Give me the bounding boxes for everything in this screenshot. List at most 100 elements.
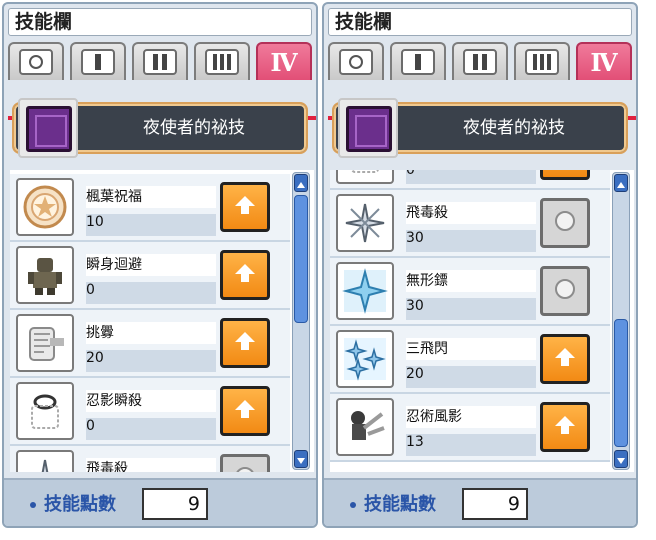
- scrollbar[interactable]: [612, 172, 630, 470]
- skill-level: 10: [86, 214, 216, 236]
- skill-up-button[interactable]: [220, 318, 270, 368]
- tab-second-job[interactable]: [452, 42, 508, 80]
- skill-up-button[interactable]: [220, 250, 270, 300]
- venom-star-icon: [336, 194, 394, 252]
- ninja-storm-icon: [336, 398, 394, 456]
- window-title[interactable]: 技能欄: [328, 8, 632, 36]
- tab-beginner[interactable]: [8, 42, 64, 80]
- job-tabs: Ⅳ: [328, 42, 636, 120]
- skill-book-icon: [26, 106, 72, 152]
- skill-list: 楓葉祝福 10 瞬身迴避 0 挑釁 20 忍影瞬殺 0 飛毒殺: [10, 174, 290, 472]
- tab-fourth-job[interactable]: Ⅳ: [576, 42, 632, 80]
- skill-up-button-disabled: [220, 454, 270, 472]
- skill-up-button[interactable]: [540, 334, 590, 384]
- skill-level: 30: [406, 298, 536, 320]
- skill-up-button[interactable]: [540, 402, 590, 452]
- skill-points-value: 9: [142, 488, 208, 520]
- scroll-thumb[interactable]: [614, 319, 628, 447]
- circle-icon: [29, 55, 43, 69]
- roman-two-icon: [473, 54, 487, 70]
- skill-row[interactable]: 飛毒殺 30: [330, 190, 610, 258]
- skill-name: 飛毒殺: [406, 202, 536, 224]
- roman-one-icon: [415, 54, 421, 70]
- skill-row[interactable]: 楓葉祝福 10: [10, 174, 290, 242]
- skill-row[interactable]: 0: [330, 170, 610, 190]
- tab-first-job[interactable]: [70, 42, 126, 80]
- skill-row[interactable]: 瞬身迴避 0: [10, 242, 290, 310]
- scroll-up-button[interactable]: [614, 174, 628, 192]
- chevron-up-icon: [616, 174, 626, 193]
- locked-arrow-icon: [232, 464, 258, 472]
- scroll-down-button[interactable]: [614, 450, 628, 468]
- skill-level: 0: [86, 282, 216, 304]
- skill-name: 飛毒殺: [86, 458, 216, 472]
- skill-level: 0: [86, 418, 216, 440]
- tab-third-job[interactable]: [514, 42, 570, 80]
- job-banner: 夜使者的祕技: [332, 98, 628, 158]
- tab-beginner[interactable]: [328, 42, 384, 80]
- skill-points-label: 技能點數: [44, 494, 116, 515]
- tab-first-job[interactable]: [390, 42, 446, 80]
- job-name: 夜使者的祕技: [143, 118, 245, 138]
- job-banner: 夜使者的祕技: [12, 98, 308, 158]
- job-tabs: Ⅳ: [8, 42, 316, 120]
- skill-row[interactable]: 挑釁 20: [10, 310, 290, 378]
- skill-level: 13: [406, 434, 536, 456]
- skill-list-area: 楓葉祝福 10 瞬身迴避 0 挑釁 20 忍影瞬殺 0 飛毒殺: [10, 170, 314, 472]
- window-title[interactable]: 技能欄: [8, 8, 312, 36]
- up-arrow-icon: [233, 329, 257, 357]
- skill-level: 0: [406, 170, 536, 184]
- roman-two-icon: [153, 54, 167, 70]
- skill-up-button-disabled: [540, 266, 590, 316]
- chevron-up-icon: [296, 174, 306, 193]
- scrollbar[interactable]: [292, 172, 310, 470]
- skill-name: 挑釁: [86, 322, 216, 344]
- skill-row[interactable]: 無形鏢 30: [330, 258, 610, 326]
- tab-second-job[interactable]: [132, 42, 188, 80]
- ninja-ambush-icon: [16, 382, 74, 440]
- roman-four-icon: Ⅳ: [590, 47, 618, 77]
- scroll-thumb[interactable]: [294, 195, 308, 323]
- skill-row[interactable]: 飛毒殺: [10, 446, 290, 472]
- bullet-icon: [350, 502, 356, 508]
- skill-name: 楓葉祝福: [86, 186, 216, 208]
- skill-row[interactable]: 忍術風影 13: [330, 394, 610, 462]
- tab-fourth-job[interactable]: Ⅳ: [256, 42, 312, 80]
- skill-row[interactable]: 三飛閃 20: [330, 326, 610, 394]
- skill-points-label: 技能點數: [364, 494, 436, 515]
- locked-arrow-icon: [552, 276, 578, 306]
- skill-window: 技能欄 Ⅳ 夜使者的祕技 楓葉祝福 10 瞬身迴避 0 挑釁 20 忍影瞬殺 0…: [2, 2, 318, 528]
- skill-list: 0 飛毒殺 30 無形鏢 30 三飛閃 20 忍術風影 13: [330, 170, 610, 462]
- scroll-down-button[interactable]: [294, 450, 308, 468]
- skill-name: 忍影瞬殺: [86, 390, 216, 412]
- skill-up-button[interactable]: [540, 170, 590, 180]
- up-arrow-icon: [553, 413, 577, 441]
- scroll-up-button[interactable]: [294, 174, 308, 192]
- maple-blessing-icon: [16, 178, 74, 236]
- up-arrow-icon: [233, 193, 257, 221]
- bullet-icon: [30, 502, 36, 508]
- skill-level: 20: [86, 350, 216, 372]
- roman-one-icon: [95, 54, 101, 70]
- skill-row[interactable]: 忍影瞬殺 0: [10, 378, 290, 446]
- skill-points-bar: 技能點數 9: [4, 478, 316, 526]
- chevron-down-icon: [296, 450, 306, 469]
- roman-three-icon: [533, 54, 551, 70]
- job-icon-frame: [338, 98, 398, 158]
- skill-up-button-disabled: [540, 198, 590, 248]
- job-icon-frame: [18, 98, 78, 158]
- skill-list-area: 0 飛毒殺 30 無形鏢 30 三飛閃 20 忍術風影 13: [330, 170, 634, 472]
- triple-throw-icon: [336, 330, 394, 388]
- skill-up-button[interactable]: [220, 386, 270, 436]
- tab-third-job[interactable]: [194, 42, 250, 80]
- skill-name: 瞬身迴避: [86, 254, 216, 276]
- skill-level: 20: [406, 366, 536, 388]
- circle-icon: [349, 55, 363, 69]
- venom-star-icon: [16, 450, 74, 472]
- skill-book-icon: [346, 106, 392, 152]
- roman-three-icon: [213, 54, 231, 70]
- up-arrow-icon: [233, 261, 257, 289]
- skill-up-button[interactable]: [220, 182, 270, 232]
- shadow-shifter-icon: [16, 246, 74, 304]
- roman-four-icon: Ⅳ: [270, 47, 298, 77]
